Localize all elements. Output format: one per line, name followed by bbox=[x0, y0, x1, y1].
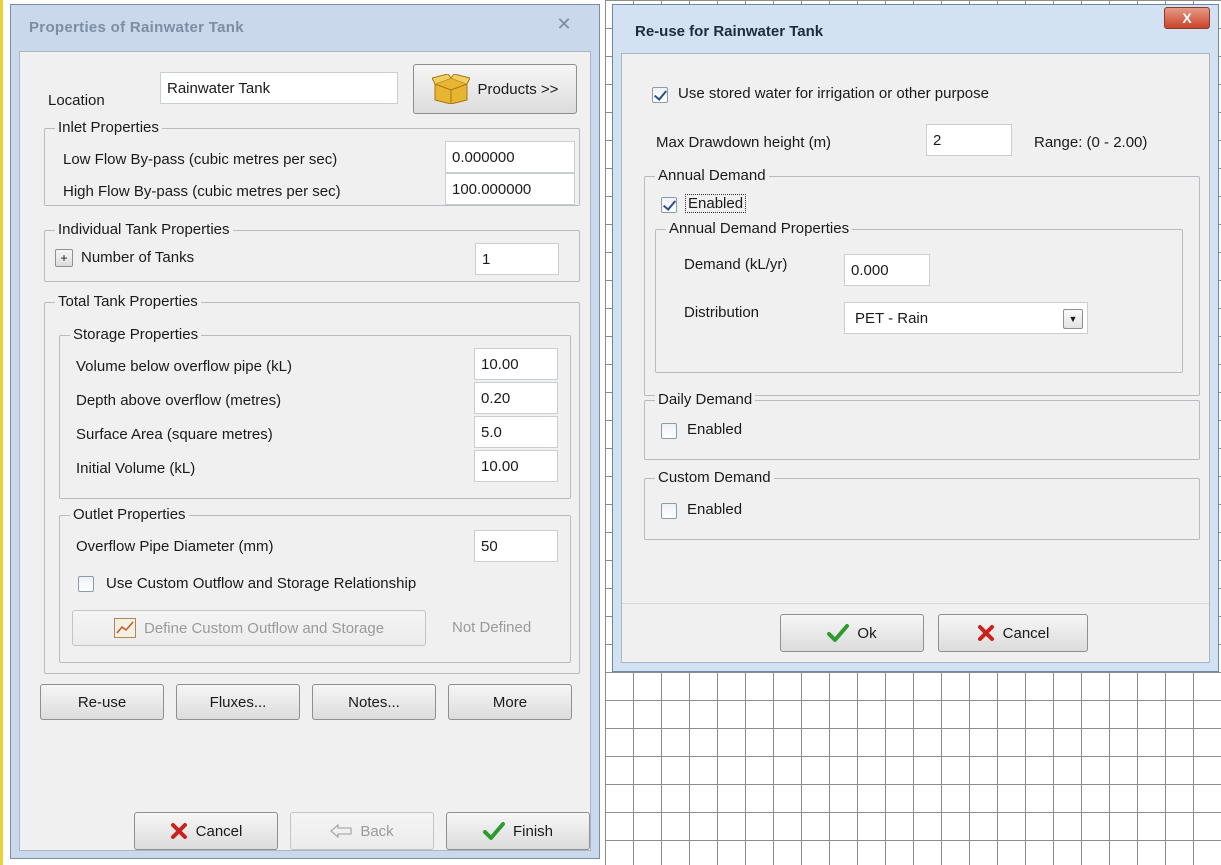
distribution-select[interactable]: PET - Rain ▼ bbox=[844, 302, 1088, 334]
fluxes-label: Fluxes... bbox=[209, 693, 267, 711]
daily-demand-title: Daily Demand bbox=[655, 391, 756, 408]
properties-dialog: Properties of Rainwater Tank ✕ Location … bbox=[10, 4, 600, 859]
notes-label: Notes... bbox=[348, 693, 400, 711]
ok-label: Ok bbox=[857, 624, 877, 642]
daily-demand-group: Daily Demand Enabled bbox=[644, 391, 1200, 460]
back-button[interactable]: Back bbox=[290, 812, 434, 850]
more-button[interactable]: More bbox=[448, 684, 572, 720]
reuse-cancel-button[interactable]: Cancel bbox=[938, 614, 1088, 652]
reuse-client: Use stored water for irrigation or other… bbox=[621, 53, 1210, 663]
more-label: More bbox=[492, 693, 528, 711]
properties-titlebar[interactable]: Properties of Rainwater Tank ✕ bbox=[11, 5, 599, 51]
individual-group-title: Individual Tank Properties bbox=[55, 221, 233, 238]
window-edge bbox=[0, 0, 3, 865]
box-icon bbox=[431, 74, 470, 104]
close-icon[interactable]: X bbox=[1164, 7, 1210, 29]
annual-enabled-checkbox[interactable] bbox=[661, 197, 677, 213]
surface-area-label: Surface Area (square metres) bbox=[76, 426, 273, 443]
graph-icon bbox=[113, 618, 136, 638]
distribution-value: PET - Rain bbox=[855, 309, 929, 327]
total-tank-group: Total Tank Properties Storage Properties… bbox=[44, 293, 580, 674]
reuse-footer: Ok Cancel bbox=[622, 603, 1209, 662]
notes-button[interactable]: Notes... bbox=[312, 684, 436, 720]
re-use-label: Re-use bbox=[77, 693, 127, 711]
annual-properties-group: Annual Demand Properties Demand (kL/yr) … bbox=[655, 220, 1183, 373]
re-use-button[interactable]: Re-use bbox=[40, 684, 164, 720]
reuse-dialog: Re-use for Rainwater Tank X Use stored w… bbox=[612, 4, 1219, 672]
inlet-group-title: Inlet Properties bbox=[55, 119, 162, 136]
location-input[interactable] bbox=[160, 72, 398, 104]
annual-demand-group: Annual Demand Enabled Annual Demand Prop… bbox=[644, 167, 1200, 396]
outlet-group: Outlet Properties Overflow Pipe Diameter… bbox=[59, 506, 571, 663]
checkmark-icon bbox=[482, 821, 505, 841]
number-of-tanks-label: Number of Tanks bbox=[81, 249, 195, 266]
define-custom-label: Define Custom Outflow and Storage bbox=[143, 619, 385, 637]
daily-enabled-label: Enabled bbox=[687, 421, 743, 438]
properties-title: Properties of Rainwater Tank bbox=[29, 19, 244, 36]
ok-button[interactable]: Ok bbox=[780, 614, 924, 652]
initial-volume-input[interactable] bbox=[474, 450, 558, 482]
pipe-diameter-label: Overflow Pipe Diameter (mm) bbox=[76, 538, 274, 555]
depth-input[interactable] bbox=[474, 382, 558, 414]
custom-enabled-label: Enabled bbox=[687, 501, 743, 518]
high-flow-input[interactable] bbox=[445, 173, 575, 205]
drawdown-label: Max Drawdown height (m) bbox=[656, 134, 832, 151]
location-label: Location bbox=[48, 92, 105, 109]
depth-label: Depth above overflow (metres) bbox=[76, 392, 282, 409]
products-label: Products >> bbox=[477, 80, 559, 98]
custom-enabled-checkbox[interactable] bbox=[661, 503, 677, 519]
use-stored-water-checkbox[interactable] bbox=[652, 87, 668, 103]
fluxes-button[interactable]: Fluxes... bbox=[176, 684, 300, 720]
chevron-down-icon[interactable]: ▼ bbox=[1063, 309, 1083, 329]
use-stored-water-label: Use stored water for irrigation or other… bbox=[678, 85, 989, 102]
range-text: Range: (0 - 2.00) bbox=[1034, 134, 1148, 151]
define-custom-button[interactable]: Define Custom Outflow and Storage bbox=[72, 610, 426, 646]
storage-group: Storage Properties Volume below overflow… bbox=[59, 326, 571, 499]
drawdown-input[interactable] bbox=[926, 124, 1012, 156]
demand-input[interactable] bbox=[844, 254, 930, 286]
volume-input[interactable] bbox=[474, 348, 558, 380]
properties-client: Location Products >> Inlet Properties Lo… bbox=[19, 51, 591, 851]
distribution-label: Distribution bbox=[684, 304, 760, 321]
custom-outflow-label: Use Custom Outflow and Storage Relations… bbox=[106, 575, 417, 592]
surface-area-input[interactable] bbox=[474, 416, 558, 448]
back-label: Back bbox=[360, 822, 394, 840]
close-icon[interactable]: ✕ bbox=[549, 13, 579, 35]
back-arrow-icon bbox=[330, 824, 352, 838]
pipe-diameter-input[interactable] bbox=[474, 530, 558, 562]
demand-label: Demand (kL/yr) bbox=[684, 256, 788, 273]
not-defined-status: Not Defined bbox=[452, 619, 532, 636]
finish-label: Finish bbox=[512, 822, 553, 840]
custom-outflow-checkbox[interactable] bbox=[78, 576, 94, 592]
annual-demand-title: Annual Demand bbox=[655, 167, 769, 184]
total-group-title: Total Tank Properties bbox=[55, 293, 201, 310]
cross-icon bbox=[170, 822, 188, 840]
finish-button[interactable]: Finish bbox=[446, 812, 590, 850]
storage-group-title: Storage Properties bbox=[70, 326, 202, 343]
checkmark-icon bbox=[827, 623, 850, 643]
cross-icon bbox=[977, 624, 995, 642]
outlet-group-title: Outlet Properties bbox=[70, 506, 189, 523]
initial-volume-label: Initial Volume (kL) bbox=[76, 460, 196, 477]
low-flow-input[interactable] bbox=[445, 141, 575, 173]
low-flow-label: Low Flow By-pass (cubic metres per sec) bbox=[63, 151, 338, 168]
high-flow-label: High Flow By-pass (cubic metres per sec) bbox=[63, 183, 341, 200]
inlet-group: Inlet Properties Low Flow By-pass (cubic… bbox=[44, 119, 580, 206]
cancel-label: Cancel bbox=[195, 822, 243, 840]
reuse-cancel-label: Cancel bbox=[1002, 624, 1050, 642]
expand-plus-icon[interactable]: + bbox=[55, 249, 73, 267]
custom-demand-title: Custom Demand bbox=[655, 469, 774, 486]
number-of-tanks-input[interactable] bbox=[475, 243, 559, 275]
reuse-title: Re-use for Rainwater Tank bbox=[635, 23, 824, 40]
volume-label: Volume below overflow pipe (kL) bbox=[76, 358, 292, 375]
daily-enabled-checkbox[interactable] bbox=[661, 423, 677, 439]
annual-properties-title: Annual Demand Properties bbox=[666, 220, 853, 237]
annual-enabled-label: Enabled bbox=[685, 194, 747, 213]
individual-tank-group: Individual Tank Properties + Number of T… bbox=[44, 221, 580, 282]
custom-demand-group: Custom Demand Enabled bbox=[644, 469, 1200, 540]
cancel-button[interactable]: Cancel bbox=[134, 812, 278, 850]
products-button[interactable]: Products >> bbox=[413, 64, 577, 114]
